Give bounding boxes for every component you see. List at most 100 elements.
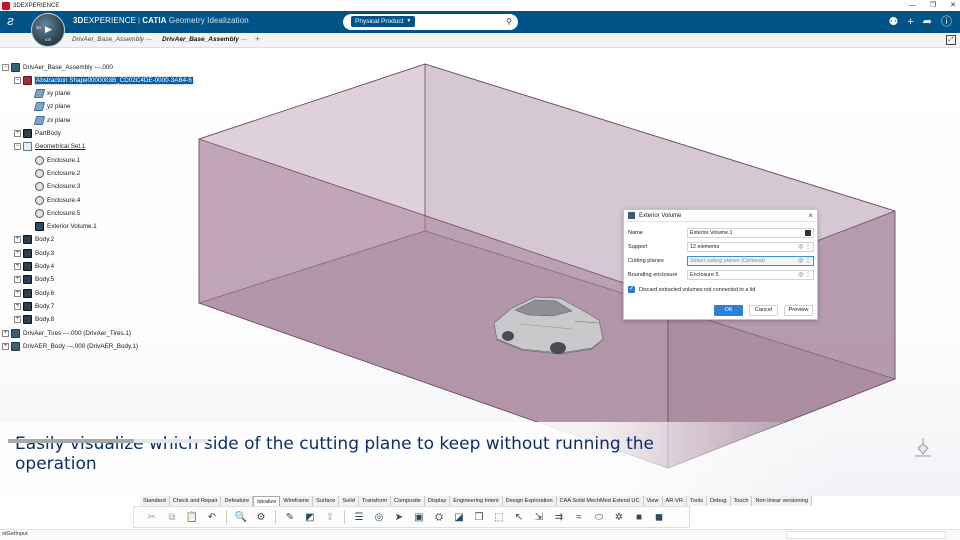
- cube-edit-icon[interactable]: ◩: [302, 509, 318, 525]
- robot-icon[interactable]: [912, 436, 934, 462]
- minimize-button[interactable]: —: [909, 0, 916, 11]
- export-icon[interactable]: ⇪: [322, 509, 338, 525]
- exterior-volume-dialog[interactable]: Exterior Volume × Name Exterior Volume.1 S…: [623, 209, 818, 320]
- cut-icon[interactable]: ✂: [144, 509, 160, 525]
- expand-icon[interactable]: +: [14, 302, 21, 310]
- expand-icon[interactable]: +: [14, 263, 21, 270]
- status-field[interactable]: [786, 531, 946, 539]
- box-icon[interactable]: ▣: [411, 509, 427, 525]
- tree-node-label[interactable]: Exterior Volume.1: [47, 223, 97, 230]
- clear-icon[interactable]: [805, 229, 811, 236]
- dialog-field-input[interactable]: Enclosure 5 ◎ ⋮: [687, 270, 814, 280]
- tree-node[interactable]: − Abstraction Shape0000003B_CD02C4DE-0000…: [14, 74, 194, 86]
- tree-node-label[interactable]: Body.8: [35, 316, 54, 323]
- tree-node-label[interactable]: Abstraction Shape0000003B_CD02C4DE-0000-…: [34, 75, 194, 85]
- tree-node-label[interactable]: Body.2: [35, 236, 54, 243]
- search-scope-dropdown[interactable]: Physical Product ▼: [351, 16, 416, 27]
- tree-node[interactable]: Enclosure.3: [26, 181, 80, 193]
- tree-node[interactable]: + Body.2: [14, 234, 54, 246]
- scrollbar-thumb[interactable]: [8, 439, 134, 443]
- cube-dark-icon[interactable]: ■: [631, 509, 647, 525]
- tree-horizontal-scrollbar[interactable]: [8, 439, 208, 443]
- boxes-icon[interactable]: ❒: [471, 509, 487, 525]
- tree-node-label[interactable]: DrivAer_Tires ---.000 (DrivAer_Tires.1): [23, 330, 131, 337]
- tree-node[interactable]: − DrivAer_Base_Assembly ---.000: [2, 61, 113, 73]
- tab-drivaer-base-assembly-2[interactable]: DrivAer_Base_Assembly ---: [162, 36, 247, 43]
- cube-active-icon[interactable]: ◼: [651, 509, 667, 525]
- expand-icon[interactable]: +: [2, 329, 9, 337]
- section-tab[interactable]: Non linear versioning: [752, 496, 812, 506]
- boxes-arrow-icon[interactable]: ⇉: [551, 509, 567, 525]
- tree-node-label[interactable]: DrivAER_Body ---.000 (DrivAER_Body.1): [23, 343, 138, 350]
- copy-icon[interactable]: ⧉: [164, 509, 180, 525]
- tree-node-label[interactable]: yz plane: [47, 103, 70, 110]
- tree-node-label[interactable]: zx plane: [47, 117, 70, 124]
- collapse-icon[interactable]: −: [2, 63, 9, 71]
- checkbox-checked-icon[interactable]: ✓: [628, 286, 635, 293]
- tree-node-label[interactable]: Geometrical Set.1: [35, 143, 85, 150]
- tree-node[interactable]: zx plane: [26, 114, 70, 126]
- section-tab[interactable]: Standard: [140, 496, 170, 506]
- expand-icon[interactable]: +: [2, 342, 9, 350]
- box-cut-icon[interactable]: ◪: [451, 509, 467, 525]
- search-icon[interactable]: ⚲: [506, 17, 512, 27]
- section-tab[interactable]: Engineering Intent: [450, 496, 503, 506]
- tree-node-label[interactable]: DrivAer_Base_Assembly ---.000: [23, 64, 113, 71]
- section-tab[interactable]: Idealize: [253, 496, 281, 506]
- add-icon[interactable]: +: [907, 15, 913, 29]
- tree-node[interactable]: Enclosure.2: [26, 167, 80, 179]
- pill-icon[interactable]: ⬭: [591, 509, 607, 525]
- tree-node-label[interactable]: Enclosure.2: [47, 170, 80, 177]
- expand-icon[interactable]: +: [14, 236, 21, 244]
- section-tab[interactable]: Composite: [391, 496, 425, 506]
- arrow-tool-icon[interactable]: ➤: [391, 509, 407, 525]
- tree-node-label[interactable]: Enclosure.1: [47, 157, 80, 164]
- tree-node[interactable]: − Geometrical Set.1: [14, 141, 85, 153]
- tree-node[interactable]: + Body.7: [14, 300, 54, 312]
- tree-node-label[interactable]: Enclosure.5: [47, 210, 80, 217]
- cursor-icon[interactable]: ↖: [511, 509, 527, 525]
- section-tab[interactable]: AR-VR: [662, 496, 687, 506]
- tree-node[interactable]: + Body.8: [14, 314, 54, 326]
- preview-button[interactable]: Preview: [784, 305, 813, 316]
- search-input[interactable]: [428, 16, 500, 28]
- section-tab[interactable]: Wireframe: [280, 496, 314, 506]
- tab-drivaer-base-assembly-1[interactable]: DrivAer_Base_Assembly ---: [72, 36, 152, 43]
- tree-node[interactable]: + Body.5: [14, 274, 54, 286]
- tree-node[interactable]: Enclosure.1: [26, 154, 80, 166]
- discard-checkbox[interactable]: ✓ Discard extracted volumes not connecte…: [628, 286, 755, 293]
- ok-button[interactable]: OK: [714, 305, 743, 316]
- zoom-icon[interactable]: 🔍: [233, 509, 249, 525]
- tree-node[interactable]: Exterior Volume.1: [26, 221, 97, 233]
- expand-icon[interactable]: +: [14, 289, 21, 297]
- section-tab[interactable]: Check and Repair: [169, 496, 222, 506]
- expand-icon[interactable]: +: [14, 316, 21, 324]
- section-tab[interactable]: Touch: [730, 496, 753, 506]
- forward-icon[interactable]: ➦: [923, 15, 932, 29]
- tree-node-label[interactable]: xy plane: [47, 90, 70, 97]
- close-window-button[interactable]: ✕: [950, 0, 956, 11]
- section-tab[interactable]: Display: [424, 496, 451, 506]
- tree-node-label[interactable]: Body.7: [35, 303, 54, 310]
- dots-icon[interactable]: ◎ ⋮: [798, 271, 811, 279]
- fullscreen-icon[interactable]: ⤢: [946, 35, 956, 45]
- ds-logo-icon[interactable]: ƨ: [7, 14, 25, 29]
- share-icon[interactable]: ⚉: [888, 15, 898, 29]
- section-tab[interactable]: CAA Solid MechMod Extend UC: [556, 496, 644, 506]
- help-icon[interactable]: ⓘ: [941, 15, 952, 29]
- cancel-button[interactable]: Cancel: [749, 305, 778, 316]
- expand-icon[interactable]: +: [14, 276, 21, 284]
- box-arrow-icon[interactable]: ⇲: [531, 509, 547, 525]
- search-box[interactable]: Physical Product ▼ ⚲: [343, 14, 518, 30]
- tree-node-label[interactable]: Enclosure.3: [47, 183, 80, 190]
- tree-node[interactable]: Enclosure.4: [26, 194, 80, 206]
- tree-node-label[interactable]: Enclosure.4: [47, 197, 80, 204]
- wave-icon[interactable]: ≈: [571, 509, 587, 525]
- dots-icon[interactable]: ◎ ⋮: [798, 257, 811, 265]
- section-tab[interactable]: Debug: [707, 496, 731, 506]
- section-tab[interactable]: Defeature: [221, 496, 254, 506]
- add-tab-icon[interactable]: +: [255, 34, 260, 44]
- tree-node[interactable]: Enclosure.5: [26, 207, 80, 219]
- tree-node[interactable]: + Body.6: [14, 287, 54, 299]
- expand-icon[interactable]: +: [14, 249, 21, 257]
